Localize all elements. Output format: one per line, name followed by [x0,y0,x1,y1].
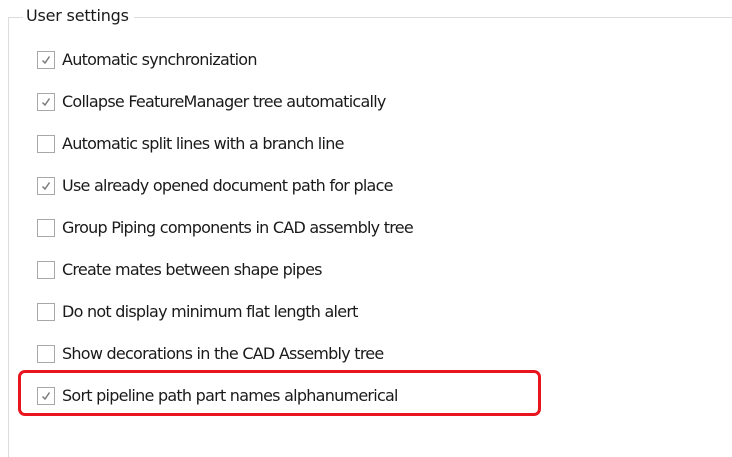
option-label: Collapse FeatureManager tree automatical… [62,92,386,111]
checkmark-icon [41,182,51,191]
option-label: Group Piping components in CAD assembly … [62,218,414,237]
checkmark-icon [41,56,51,65]
option-sort-pipeline-path-part-names[interactable]: Sort pipeline path part names alphanumer… [37,384,398,408]
option-group-piping-components[interactable]: Group Piping components in CAD assembly … [37,216,414,240]
option-label: Sort pipeline path part names alphanumer… [62,386,398,405]
option-label: Use already opened document path for pla… [62,176,393,195]
option-automatic-synchronization[interactable]: Automatic synchronization [37,48,257,72]
automatic-synchronization-checkbox[interactable] [37,51,55,69]
option-label: Automatic split lines with a branch line [62,134,344,153]
checkmark-icon [41,392,51,401]
option-automatic-split-lines[interactable]: Automatic split lines with a branch line [37,132,344,156]
automatic-split-lines-checkbox[interactable] [37,135,55,153]
group-piping-components-checkbox[interactable] [37,219,55,237]
do-not-display-minimum-flat-length-alert-checkbox[interactable] [37,303,55,321]
option-use-already-opened-document-path[interactable]: Use already opened document path for pla… [37,174,393,198]
option-show-decorations-in-cad-assembly-tree[interactable]: Show decorations in the CAD Assembly tre… [37,342,384,366]
show-decorations-in-cad-assembly-tree-checkbox[interactable] [37,345,55,363]
option-do-not-display-minimum-flat-length-alert[interactable]: Do not display minimum flat length alert [37,300,358,324]
option-label: Create mates between shape pipes [62,260,323,279]
checkmark-icon [41,98,51,107]
option-label: Do not display minimum flat length alert [62,302,358,321]
sort-pipeline-path-part-names-checkbox[interactable] [37,387,55,405]
option-label: Show decorations in the CAD Assembly tre… [62,344,384,363]
option-collapse-featuremanager-tree[interactable]: Collapse FeatureManager tree automatical… [37,90,386,114]
create-mates-between-shape-pipes-checkbox[interactable] [37,261,55,279]
option-label: Automatic synchronization [62,50,257,69]
use-already-opened-document-path-checkbox[interactable] [37,177,55,195]
collapse-featuremanager-tree-checkbox[interactable] [37,93,55,111]
user-settings-title: User settings [23,6,134,26]
option-create-mates-between-shape-pipes[interactable]: Create mates between shape pipes [37,258,323,282]
